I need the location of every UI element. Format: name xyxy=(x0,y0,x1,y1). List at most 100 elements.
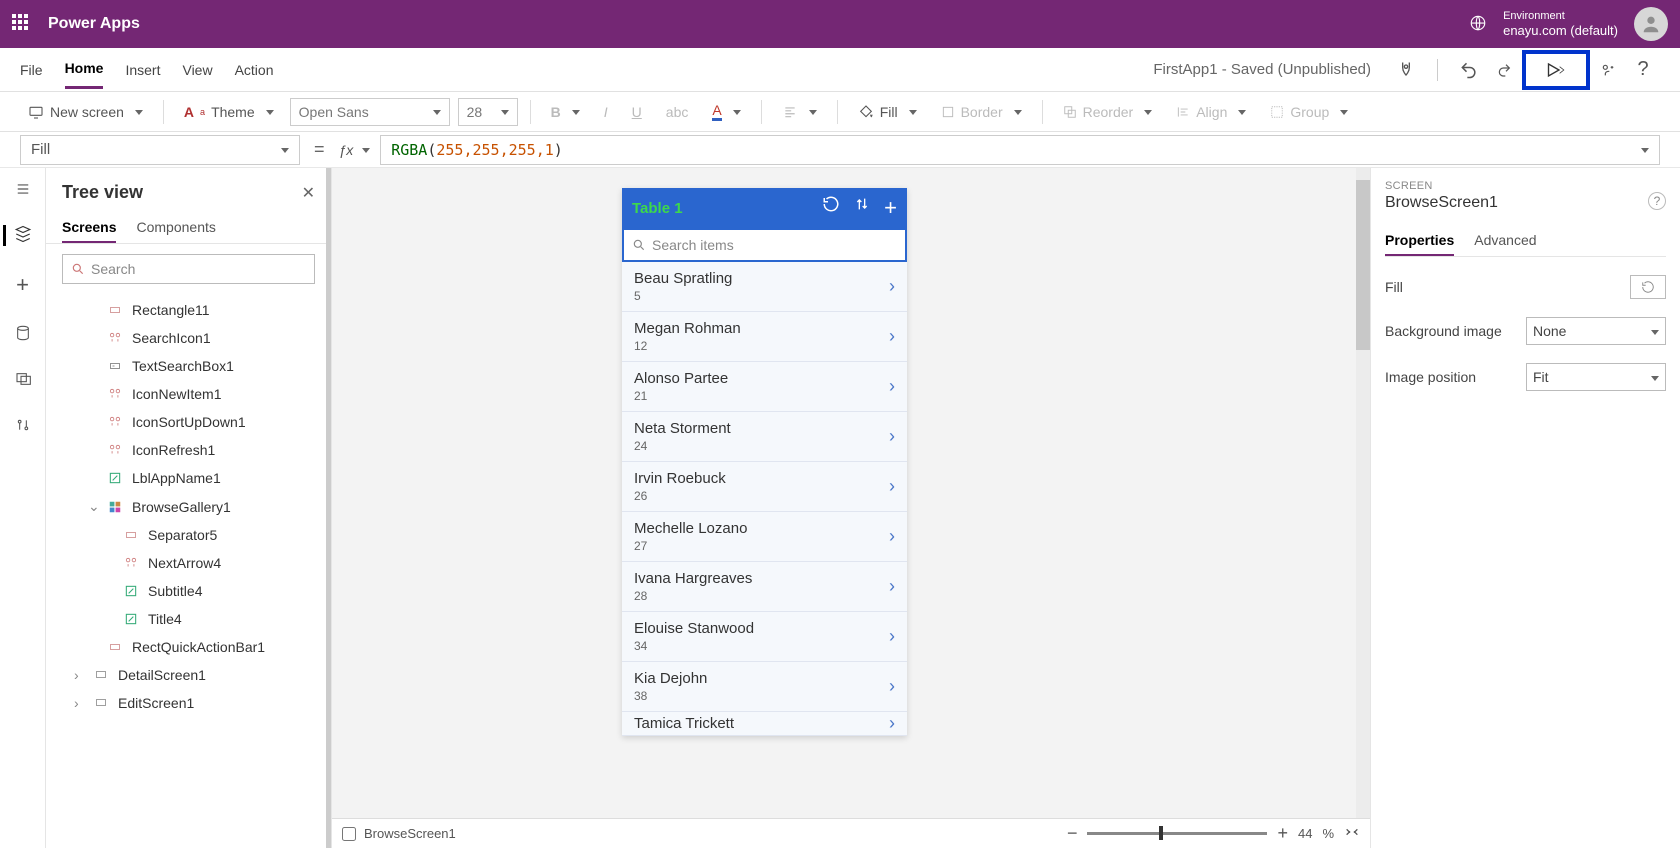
align-button[interactable]: Align xyxy=(1168,100,1254,124)
prop-imgpos-select[interactable]: Fit xyxy=(1526,363,1666,391)
tree-item[interactable]: Title4 xyxy=(46,605,331,633)
tree-search-input[interactable]: Search xyxy=(62,254,315,284)
canvas[interactable]: Table 1 + Search items Beau Spratling5›M… xyxy=(332,168,1370,848)
prop-bgimage-select[interactable]: None xyxy=(1526,317,1666,345)
text-align-button[interactable] xyxy=(774,100,825,124)
list-item[interactable]: Megan Rohman12› xyxy=(622,312,907,362)
tree-item[interactable]: SearchIcon1 xyxy=(46,324,331,352)
list-item[interactable]: Kia Dejohn38› xyxy=(622,662,907,712)
tree-item[interactable]: TextSearchBox1 xyxy=(46,352,331,380)
tree-tab-screens[interactable]: Screens xyxy=(62,213,116,243)
menu-view[interactable]: View xyxy=(182,52,212,88)
menu-action[interactable]: Action xyxy=(235,52,274,88)
menu-home[interactable]: Home xyxy=(65,50,104,89)
share-icon[interactable] xyxy=(1600,53,1616,87)
tree-item[interactable]: ›EditScreen1 xyxy=(46,689,331,717)
redo-icon[interactable] xyxy=(1496,53,1512,87)
font-color-button[interactable]: A xyxy=(704,98,748,125)
undo-icon[interactable] xyxy=(1452,53,1486,87)
strike-button[interactable]: abc xyxy=(658,100,697,124)
chevron-down-icon[interactable] xyxy=(1636,141,1649,159)
environment-label[interactable]: Environment enayu.com (default) xyxy=(1503,10,1618,39)
theme-button[interactable]: Aa Theme xyxy=(176,100,282,124)
fx-label[interactable]: ƒx xyxy=(339,142,371,158)
left-rail: + xyxy=(0,168,46,848)
tree-item[interactable]: IconSortUpDown1 xyxy=(46,408,331,436)
app-search-input[interactable]: Search items xyxy=(622,228,907,262)
font-family-select[interactable]: Open Sans xyxy=(290,98,450,126)
top-bar: Power Apps Environment enayu.com (defaul… xyxy=(0,0,1680,48)
help-icon[interactable]: ? xyxy=(1626,53,1660,87)
menu-file[interactable]: File xyxy=(20,52,43,88)
refresh-icon[interactable] xyxy=(822,195,840,221)
fit-to-window-icon[interactable] xyxy=(1344,824,1360,843)
add-icon[interactable]: + xyxy=(884,195,897,221)
zoom-value: 44 xyxy=(1298,826,1312,841)
list-item[interactable]: Neta Storment24› xyxy=(622,412,907,462)
chevron-right-icon: › xyxy=(889,276,895,297)
zoom-slider[interactable] xyxy=(1087,832,1267,835)
tree-item[interactable]: LblAppName1 xyxy=(46,464,331,492)
preview-button[interactable] xyxy=(1522,50,1590,90)
prop-fill-value[interactable] xyxy=(1630,275,1666,299)
menu-insert[interactable]: Insert xyxy=(125,52,160,88)
tree-item[interactable]: Subtitle4 xyxy=(46,577,331,605)
separator xyxy=(1437,59,1438,81)
tab-properties[interactable]: Properties xyxy=(1385,226,1454,256)
underline-button[interactable]: U xyxy=(624,100,650,124)
property-selector[interactable]: Fill xyxy=(20,135,300,165)
app-title: Table 1 xyxy=(632,200,683,217)
tree-item[interactable]: IconRefresh1 xyxy=(46,436,331,464)
tree-item[interactable]: Rectangle11 xyxy=(46,296,331,324)
tree-item[interactable]: ⌄BrowseGallery1 xyxy=(46,492,331,521)
tree-item[interactable]: IconNewItem1 xyxy=(46,380,331,408)
formula-input[interactable]: RGBA(255, 255, 255, 1) xyxy=(380,135,1660,165)
list-item[interactable]: Beau Spratling5› xyxy=(622,262,907,312)
avatar[interactable] xyxy=(1634,7,1668,41)
info-icon[interactable]: ? xyxy=(1648,192,1666,210)
tools-icon[interactable] xyxy=(15,416,31,437)
selection-checkbox[interactable] xyxy=(342,827,356,841)
fill-button[interactable]: Fill xyxy=(850,100,925,124)
reorder-button[interactable]: Reorder xyxy=(1055,100,1161,124)
brand-label: Power Apps xyxy=(48,15,140,33)
resize-handle[interactable] xyxy=(326,168,331,848)
prop-fill-label: Fill xyxy=(1385,279,1403,295)
data-icon[interactable] xyxy=(15,324,31,345)
close-icon[interactable]: ✕ xyxy=(302,183,315,203)
sort-icon[interactable] xyxy=(854,195,870,221)
new-screen-button[interactable]: New screen xyxy=(20,100,151,124)
group-button[interactable]: Group xyxy=(1262,100,1356,124)
list-item[interactable]: Alonso Partee21› xyxy=(622,362,907,412)
border-button[interactable]: Border xyxy=(933,100,1030,124)
list-item[interactable]: Tamica Trickett› xyxy=(622,712,907,736)
list-item[interactable]: Ivana Hargreaves28› xyxy=(622,562,907,612)
app-checker-icon[interactable] xyxy=(1389,53,1423,87)
insert-icon[interactable]: + xyxy=(16,272,29,298)
list-item[interactable]: Mechelle Lozano27› xyxy=(622,512,907,562)
tab-advanced[interactable]: Advanced xyxy=(1474,226,1536,256)
tree-tab-components[interactable]: Components xyxy=(136,213,215,243)
vertical-scrollbar[interactable] xyxy=(1356,168,1370,818)
app-preview[interactable]: Table 1 + Search items Beau Spratling5›M… xyxy=(622,188,907,736)
tree-item[interactable]: ›DetailScreen1 xyxy=(46,661,331,689)
zoom-out-button[interactable]: − xyxy=(1067,823,1078,844)
media-icon[interactable] xyxy=(14,371,32,390)
tree-view-icon[interactable] xyxy=(3,225,32,246)
zoom-in-button[interactable]: + xyxy=(1277,823,1288,844)
hamburger-icon[interactable] xyxy=(14,182,32,199)
bold-button[interactable]: B xyxy=(543,100,588,124)
panel-caption: SCREEN xyxy=(1385,180,1666,192)
italic-button[interactable]: I xyxy=(596,100,616,124)
tree-item[interactable]: NextArrow4 xyxy=(46,549,331,577)
chevron-right-icon: › xyxy=(889,376,895,397)
formula-bar: Fill = ƒx RGBA(255, 255, 255, 1) xyxy=(0,132,1680,168)
tree-item[interactable]: Separator5 xyxy=(46,521,331,549)
chevron-right-icon: › xyxy=(889,676,895,697)
list-item[interactable]: Elouise Stanwood34› xyxy=(622,612,907,662)
tree-item[interactable]: RectQuickActionBar1 xyxy=(46,633,331,661)
tree-title: Tree view xyxy=(62,182,143,203)
font-size-select[interactable]: 28 xyxy=(458,98,518,126)
app-launcher-icon[interactable] xyxy=(12,14,32,34)
list-item[interactable]: Irvin Roebuck26› xyxy=(622,462,907,512)
